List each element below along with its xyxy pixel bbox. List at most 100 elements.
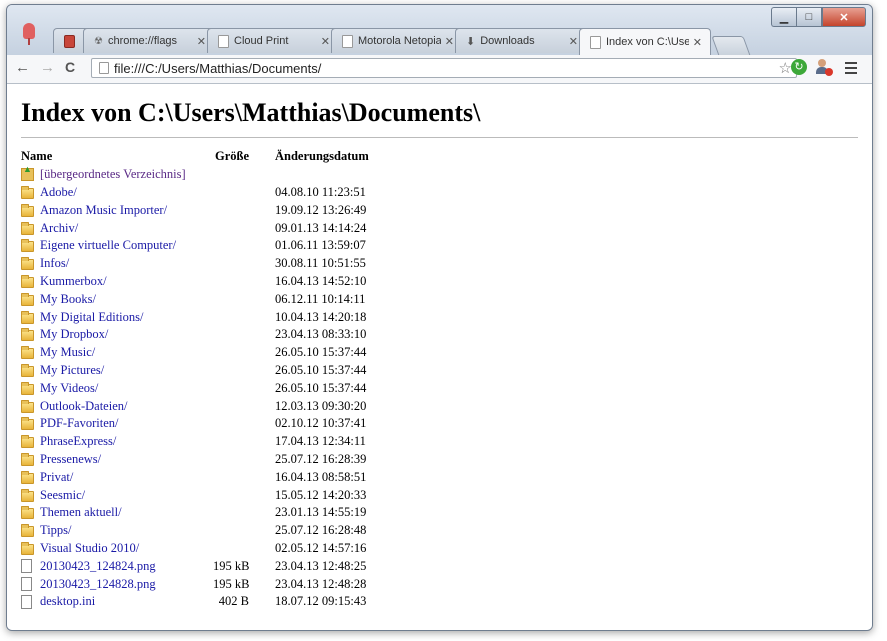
- listing-header: Name Größe Änderungsdatum: [21, 148, 369, 166]
- entry-link[interactable]: My Digital Editions/: [40, 310, 143, 325]
- entry-link[interactable]: Visual Studio 2010/: [40, 541, 139, 556]
- up-folder-icon: [21, 164, 34, 182]
- list-item: My Videos/26.05.10 15:37:44: [21, 379, 369, 397]
- entry-link[interactable]: My Pictures/: [40, 363, 104, 378]
- parent-directory-row: [übergeordnetes Verzeichnis]: [21, 164, 369, 184]
- entry-date: 23.01.13 14:55:19: [275, 505, 367, 520]
- list-item: Adobe/04.08.10 11:23:51: [21, 184, 369, 202]
- entry-link[interactable]: Archiv/: [40, 221, 78, 236]
- entry-link[interactable]: Themen aktuell/: [40, 505, 122, 520]
- entry-name-cell: My Digital Editions/: [21, 310, 213, 325]
- sync-extension-icon[interactable]: ↻: [791, 59, 807, 75]
- list-item: desktop.ini 402 B 18.07.12 09:15:43: [21, 593, 369, 611]
- folder-icon: [21, 310, 34, 324]
- page-icon: [218, 34, 229, 48]
- tab-close-icon[interactable]: ✕: [321, 35, 330, 48]
- entry-link[interactable]: Outlook-Dateien/: [40, 399, 127, 414]
- download-icon: ⬇: [466, 35, 476, 48]
- url-input[interactable]: [114, 60, 754, 76]
- entry-link[interactable]: Seesmic/: [40, 488, 85, 503]
- list-item: PDF-Favoriten/02.10.12 10:37:41: [21, 415, 369, 433]
- tab-close-icon[interactable]: ✕: [693, 36, 702, 49]
- address-bar[interactable]: ☆: [91, 58, 797, 78]
- entry-link[interactable]: Kummerbox/: [40, 274, 107, 289]
- entry-link[interactable]: desktop.ini: [40, 594, 95, 609]
- parent-directory-link[interactable]: [übergeordnetes Verzeichnis]: [40, 167, 186, 182]
- entry-name-cell: 20130423_124824.png: [21, 559, 213, 574]
- list-item: Archiv/09.01.13 14:14:24: [21, 219, 369, 237]
- folder-icon: [21, 452, 34, 466]
- page-title: Index von C:\Users\Matthias\Documents\: [21, 98, 481, 127]
- entry-name-cell: Archiv/: [21, 221, 213, 236]
- folder-icon: [21, 399, 34, 413]
- page-icon: [99, 62, 109, 74]
- entry-name-cell: PDF-Favoriten/: [21, 416, 213, 431]
- entry-link[interactable]: My Videos/: [40, 381, 98, 396]
- folder-icon: [21, 257, 34, 271]
- maximize-button[interactable]: □: [796, 7, 822, 27]
- entry-link[interactable]: My Dropbox/: [40, 327, 108, 342]
- entry-date: 01.06.11 13:59:07: [275, 238, 366, 253]
- entry-name-cell: Infos/: [21, 256, 213, 271]
- minimize-button[interactable]: ▁: [771, 7, 796, 27]
- entry-name-cell: desktop.ini: [21, 594, 213, 609]
- folder-icon: [21, 363, 34, 377]
- reload-button[interactable]: C: [65, 59, 75, 75]
- entry-link[interactable]: Privat/: [40, 470, 73, 485]
- entry-date: 16.04.13 08:58:51: [275, 469, 367, 484]
- entry-date: 04.08.10 11:23:51: [275, 184, 366, 199]
- entry-link[interactable]: 20130423_124828.png: [40, 577, 156, 592]
- entry-link[interactable]: Pressenews/: [40, 452, 101, 467]
- page-icon: [342, 34, 353, 48]
- header-name[interactable]: Name: [21, 149, 213, 164]
- entry-link[interactable]: Tipps/: [40, 523, 72, 538]
- user-extension-icon[interactable]: [815, 59, 833, 76]
- entry-link[interactable]: Eigene virtuelle Computer/: [40, 238, 176, 253]
- browser-window: ▁ □ ✕ ☢ chrome://flags ✕ Cloud Print ✕ M…: [6, 4, 873, 631]
- list-item: Infos/30.08.11 10:51:55: [21, 255, 369, 273]
- forward-button[interactable]: →: [40, 59, 55, 76]
- folder-icon: [21, 239, 34, 253]
- tab-close-icon[interactable]: ✕: [445, 35, 454, 48]
- header-date[interactable]: Änderungsdatum: [275, 149, 369, 164]
- entry-size: 402 B: [218, 594, 249, 609]
- entry-date: 23.04.13 12:48:28: [275, 576, 367, 591]
- entry-link[interactable]: Amazon Music Importer/: [40, 203, 167, 218]
- entry-date: 26.05.10 15:37:44: [275, 362, 367, 377]
- close-button[interactable]: ✕: [822, 7, 866, 27]
- header-size[interactable]: Größe: [213, 149, 249, 164]
- menu-icon[interactable]: [845, 62, 857, 77]
- list-item: Tipps/25.07.12 16:28:48: [21, 522, 369, 540]
- list-item: Kummerbox/16.04.13 14:52:10: [21, 273, 369, 291]
- list-item: Visual Studio 2010/02.05.12 14:57:16: [21, 540, 369, 558]
- tab-index-active[interactable]: Index von C:\Users\M ✕: [579, 28, 711, 55]
- tab-chrome-flags[interactable]: ☢ chrome://flags ✕: [83, 28, 215, 53]
- tab-downloads[interactable]: ⬇ Downloads ✕: [455, 28, 587, 53]
- entry-name-cell: Kummerbox/: [21, 274, 213, 289]
- list-item: Seesmic/15.05.12 14:20:33: [21, 486, 369, 504]
- entry-name-cell: Seesmic/: [21, 488, 213, 503]
- back-button[interactable]: ←: [15, 59, 30, 76]
- tab-close-icon[interactable]: ✕: [197, 35, 206, 48]
- entry-link[interactable]: Adobe/: [40, 185, 77, 200]
- entry-date: 10.04.13 14:20:18: [275, 309, 367, 324]
- tab-close-icon[interactable]: ✕: [569, 35, 578, 48]
- file-icon: [21, 594, 32, 609]
- bookmark-star-icon[interactable]: ☆: [779, 59, 792, 77]
- entry-name-cell: 20130423_124828.png: [21, 577, 213, 592]
- entry-link[interactable]: PhraseExpress/: [40, 434, 116, 449]
- entry-link[interactable]: My Books/: [40, 292, 96, 307]
- title-bar: ▁ □ ✕ ☢ chrome://flags ✕ Cloud Print ✕ M…: [7, 5, 872, 56]
- folder-icon: [21, 417, 34, 431]
- tab-motorola[interactable]: Motorola Netopia Ro ✕: [331, 28, 463, 53]
- new-tab-button[interactable]: [711, 36, 751, 56]
- tab-label: Index von C:\Users\M: [606, 36, 689, 48]
- tab-cloud-print[interactable]: Cloud Print ✕: [207, 28, 339, 53]
- entry-link[interactable]: PDF-Favoriten/: [40, 416, 118, 431]
- entry-link[interactable]: Infos/: [40, 256, 69, 271]
- entry-link[interactable]: 20130423_124824.png: [40, 559, 156, 574]
- entry-link[interactable]: My Music/: [40, 345, 95, 360]
- entry-name-cell: Adobe/: [21, 185, 213, 200]
- entry-date: 23.04.13 12:48:25: [275, 558, 367, 573]
- directory-listing: Name Größe Änderungsdatum [übergeordnete…: [21, 148, 369, 611]
